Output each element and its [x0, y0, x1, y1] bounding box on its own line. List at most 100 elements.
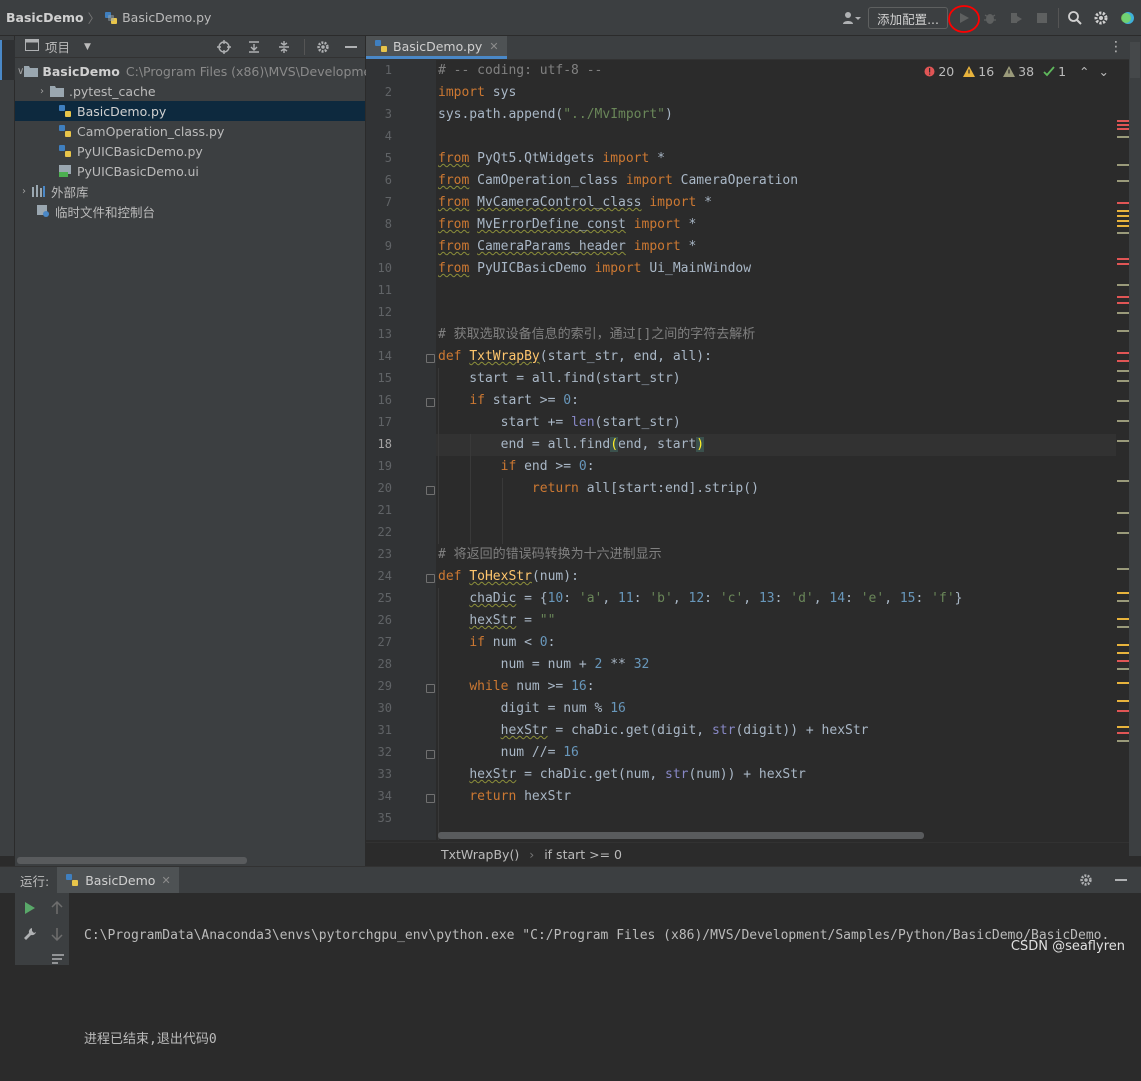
plugin-icon[interactable]	[1117, 8, 1137, 28]
chevron-right-icon[interactable]: ›	[17, 186, 31, 197]
code-line: from PyQt5.QtWidgets import *	[438, 151, 665, 166]
weak-warning-icon	[1003, 66, 1016, 77]
close-icon[interactable]: ✕	[161, 874, 170, 887]
project-tree: ∨ BasicDemo C:\Program Files (x86)\MVS\D…	[15, 58, 376, 221]
user-icon[interactable]	[842, 8, 862, 28]
code-line: if num < 0:	[469, 635, 556, 650]
line-number: 23	[377, 547, 392, 561]
rerun-icon[interactable]	[24, 901, 36, 918]
tree-item-pyuic-py[interactable]: PyUICBasicDemo.py	[15, 141, 365, 161]
gear-icon[interactable]	[315, 40, 331, 54]
line-number: 8	[384, 217, 392, 231]
python-file-icon	[374, 39, 388, 53]
line-number: 7	[384, 195, 392, 209]
hide-panel-icon[interactable]	[1115, 878, 1127, 882]
chevron-down-icon[interactable]: ⌄	[1099, 64, 1109, 79]
chevron-up-icon[interactable]: ⌃	[1079, 64, 1089, 79]
locate-icon[interactable]	[216, 39, 232, 54]
project-tool-button[interactable]	[0, 40, 15, 80]
code-line: start += len(start_str)	[438, 415, 681, 430]
fold-marker[interactable]	[426, 794, 435, 803]
gear-icon[interactable]	[1091, 8, 1111, 28]
fold-marker[interactable]	[426, 486, 435, 495]
wrench-icon[interactable]	[23, 927, 37, 944]
line-number: 30	[377, 701, 392, 715]
chevron-down-icon[interactable]: ∨	[17, 66, 24, 77]
code-view[interactable]: # -- coding: utf-8 -- import sys sys.pat…	[436, 60, 1116, 840]
project-panel-title[interactable]: 项目	[45, 37, 70, 56]
tree-item-path: C:\Program Files (x86)\MVS\Developmer	[125, 63, 377, 79]
weak-warning-count[interactable]: 38	[1003, 64, 1034, 79]
code-breadcrumb: TxtWrapBy() › if start >= 0	[366, 842, 1129, 866]
collapse-all-icon[interactable]	[276, 40, 292, 54]
hide-panel-icon[interactable]	[343, 45, 359, 49]
run-panel: 运行: BasicDemo ✕ C:\ProgramData\Anaconda3…	[0, 866, 1141, 1047]
typo-count[interactable]: 1	[1043, 64, 1066, 79]
line-number: 2	[384, 85, 392, 99]
error-stripe[interactable]	[1115, 60, 1129, 840]
tab-basicdemo-py[interactable]: BasicDemo.py ✕	[366, 36, 507, 59]
horizontal-scrollbar[interactable]	[438, 832, 924, 839]
tree-item-external-libraries[interactable]: › 外部库	[15, 181, 365, 201]
tree-item-pytest-cache[interactable]: › .pytest_cache	[15, 81, 365, 101]
fold-marker[interactable]	[426, 684, 435, 693]
fold-marker[interactable]	[426, 398, 435, 407]
line-number: 4	[384, 129, 392, 143]
line-number: 31	[377, 723, 392, 737]
more-icon[interactable]: ⋮	[1109, 39, 1123, 55]
tree-item-label: .pytest_cache	[69, 83, 156, 99]
fold-marker[interactable]	[426, 574, 435, 583]
breadcrumb-project[interactable]: BasicDemo	[6, 10, 84, 25]
qt-ui-file-icon	[57, 164, 73, 178]
line-number: 11	[377, 283, 392, 297]
warning-count[interactable]: 16	[963, 64, 994, 79]
run-tab-basicdemo[interactable]: BasicDemo ✕	[57, 867, 179, 893]
console-output[interactable]: C:\ProgramData\Anaconda3\envs\pytorchgpu…	[84, 893, 1109, 1081]
arrow-up-icon[interactable]	[51, 900, 63, 918]
soft-wrap-icon[interactable]	[51, 953, 65, 968]
run-icon[interactable]	[948, 5, 980, 33]
code-line: sys.path.append("../MvImport")	[438, 107, 673, 122]
console-exit-message: 进程已结束,退出代码0	[84, 1032, 217, 1047]
close-icon[interactable]: ✕	[489, 40, 498, 53]
line-number: 21	[377, 503, 392, 517]
run-panel-label: 运行:	[20, 873, 50, 889]
chevron-right-icon[interactable]: ›	[35, 86, 49, 97]
add-configuration-button[interactable]: 添加配置...	[868, 7, 948, 29]
tree-item-basicdemo-py[interactable]: BasicDemo.py	[15, 101, 365, 121]
library-icon	[31, 184, 47, 198]
tree-item-basicdemo[interactable]: ∨ BasicDemo C:\Program Files (x86)\MVS\D…	[15, 61, 376, 81]
scratch-icon	[35, 204, 51, 218]
editor-tabs: BasicDemo.py ✕ ⋮	[366, 36, 1129, 60]
code-line: hexStr = chaDic.get(digit, str(digit)) +…	[500, 723, 869, 738]
expand-all-icon[interactable]	[246, 40, 262, 54]
search-icon[interactable]	[1065, 8, 1085, 28]
line-number: 15	[377, 371, 392, 385]
chevron-down-icon[interactable]: ▼	[84, 42, 91, 52]
tree-item-pyuic-ui[interactable]: PyUICBasicDemo.ui	[15, 161, 365, 181]
line-number: 25	[377, 591, 392, 605]
arrow-down-icon[interactable]	[51, 927, 63, 944]
gear-icon[interactable]	[1079, 873, 1093, 887]
error-count-label: 20	[938, 64, 955, 79]
debug-icon[interactable]	[980, 8, 1000, 28]
breadcrumb-block[interactable]: if start >= 0	[544, 847, 622, 862]
stop-icon[interactable]	[1032, 8, 1052, 28]
fold-marker[interactable]	[426, 750, 435, 759]
tree-item-camoperation-py[interactable]: CamOperation_class.py	[15, 121, 365, 141]
inspection-widget[interactable]: 20 16 38 1 ⌃ ⌄	[924, 64, 1109, 79]
line-number: 33	[377, 767, 392, 781]
coverage-icon[interactable]	[1006, 8, 1026, 28]
line-number: 22	[377, 525, 392, 539]
database-tool-button[interactable]	[1130, 42, 1140, 78]
line-number: 1	[384, 63, 392, 77]
fold-marker[interactable]	[426, 354, 435, 363]
error-count[interactable]: 20	[924, 64, 954, 79]
tree-item-scratches[interactable]: 临时文件和控制台	[15, 201, 365, 221]
code-line: # -- coding: utf-8 --	[438, 63, 603, 78]
breadcrumb-file[interactable]: BasicDemo.py	[122, 10, 211, 25]
breadcrumb-function[interactable]: TxtWrapBy()	[441, 847, 519, 862]
line-number: 10	[377, 261, 392, 275]
horizontal-scrollbar[interactable]	[17, 857, 247, 864]
code-line: return all[start:end].strip()	[531, 481, 759, 496]
